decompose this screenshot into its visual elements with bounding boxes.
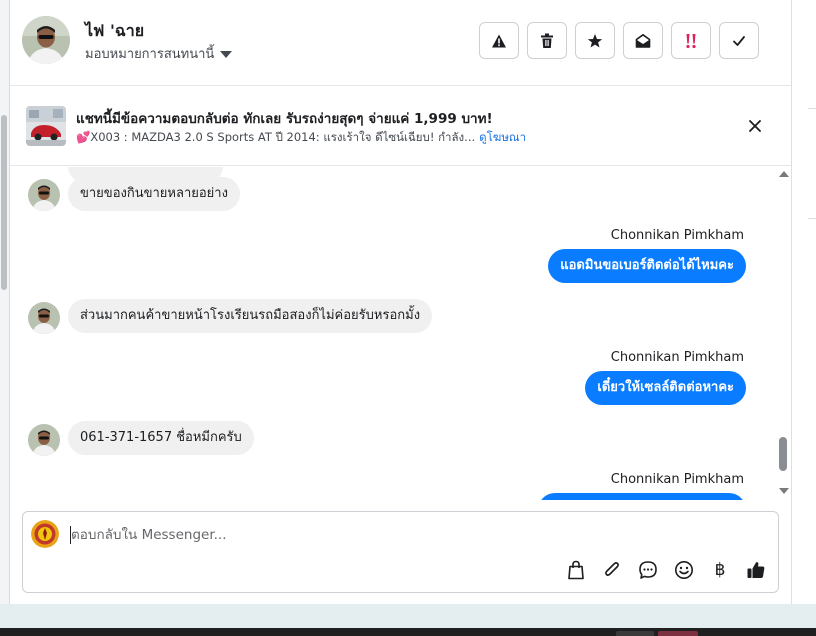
attach-button[interactable] [600, 558, 624, 582]
message-bubble-outgoing: แอดมินขอเบอร์ติดต่อได้ไหมคะ [548, 249, 746, 283]
baht-icon: ฿ [714, 560, 726, 580]
right-side-panel [791, 0, 816, 604]
taskbar-item[interactable] [616, 631, 654, 636]
follow-up-button[interactable] [671, 22, 711, 59]
mark-done-button[interactable] [719, 22, 759, 59]
delete-button[interactable] [527, 22, 567, 59]
assign-label: มอบหมายการสนทนานี้ [85, 47, 215, 62]
conversation-panel: ไฟ 'ฉาย มอบหมายการสนทนานี้ แชทนี้มีข้อคว… [10, 0, 791, 604]
sender-name: Chonnikan Pimkham [610, 228, 744, 243]
ad-title: แชทนี้มีข้อความตอบกลับต่อ ทักเลย รับรถง่… [76, 111, 493, 127]
message-bubble-outgoing [538, 493, 746, 500]
sender-name: Chonnikan Pimkham [610, 350, 744, 365]
star-icon [587, 33, 603, 47]
sender-name: Chonnikan Pimkham [610, 472, 744, 487]
message-bubble-incoming: ส่วนมากคนค้าขายหน้าโรงเรียนรถมือสองก็ไม่… [68, 299, 433, 333]
ad-context-bar: แชทนี้มีข้อความตอบกลับต่อ ทักเลย รับรถง่… [10, 87, 791, 166]
thumbs-up-icon [747, 562, 765, 578]
caret-down-icon [220, 50, 233, 58]
bag-icon [568, 560, 584, 580]
contact-name[interactable]: ไฟ 'ฉาย [85, 19, 144, 44]
reply-composer: ฿ [22, 511, 779, 593]
contact-avatar-small[interactable] [28, 302, 60, 334]
page-avatar [31, 520, 59, 548]
scroll-up-arrow-icon[interactable] [779, 171, 789, 177]
scroll-down-arrow-icon[interactable] [779, 488, 789, 494]
left-scrollbar[interactable] [0, 0, 10, 604]
message-bubble-incoming: 061-371-1657 ชื่อหมีกครับ [68, 421, 254, 455]
divider [808, 108, 816, 109]
ad-thumbnail[interactable] [26, 106, 66, 146]
assign-conversation-dropdown[interactable]: มอบหมายการสนทนานี้ [85, 43, 233, 64]
bottom-background [0, 604, 816, 628]
ad-subtitle-text: 💕X003 : MAZDA3 2.0 S Sports AT ปี 2014: … [76, 130, 476, 144]
star-button[interactable] [575, 22, 615, 59]
taskbar-item[interactable] [658, 631, 698, 636]
contact-avatar-small[interactable] [28, 179, 60, 211]
payment-button[interactable]: ฿ [708, 558, 732, 582]
trash-icon [541, 33, 553, 48]
scrollbar-thumb[interactable] [779, 437, 787, 471]
contact-avatar[interactable] [22, 16, 70, 64]
emoji-icon [675, 561, 693, 579]
check-icon [733, 35, 745, 46]
warning-icon [492, 34, 506, 47]
spam-button[interactable] [479, 22, 519, 59]
mark-unread-button[interactable] [623, 22, 663, 59]
saved-reply-button[interactable] [636, 558, 660, 582]
message-thread[interactable]: ขายของกินขายหลายอย่าง Chonnikan Pimkham … [10, 167, 791, 500]
message-bubble-incoming: ขายของกินขายหลายอย่าง [68, 177, 240, 211]
taskbar [0, 628, 816, 636]
saved-reply-icon [639, 561, 657, 579]
reply-input[interactable] [71, 524, 671, 546]
product-button[interactable] [564, 558, 588, 582]
left-scrollbar-thumb[interactable] [1, 115, 7, 290]
envelope-open-icon [635, 33, 651, 48]
like-button[interactable] [744, 558, 768, 582]
contact-avatar-small[interactable] [28, 424, 60, 456]
view-ad-link[interactable]: ดูโฆษณา [479, 130, 526, 144]
close-ad-button[interactable] [746, 117, 764, 135]
conversation-header: ไฟ 'ฉาย มอบหมายการสนทนานี้ [10, 0, 791, 86]
thread-scrollbar[interactable] [776, 167, 791, 500]
divider [808, 218, 816, 219]
emoji-button[interactable] [672, 558, 696, 582]
message-bubble-outgoing: เดี๋ยวให้เซลล์ติดต่อหาคะ [585, 371, 746, 405]
ad-subtitle: 💕X003 : MAZDA3 2.0 S Sports AT ปี 2014: … [76, 129, 526, 147]
close-icon [749, 120, 761, 132]
paperclip-icon [605, 562, 619, 576]
double-exclamation-icon [686, 33, 696, 48]
